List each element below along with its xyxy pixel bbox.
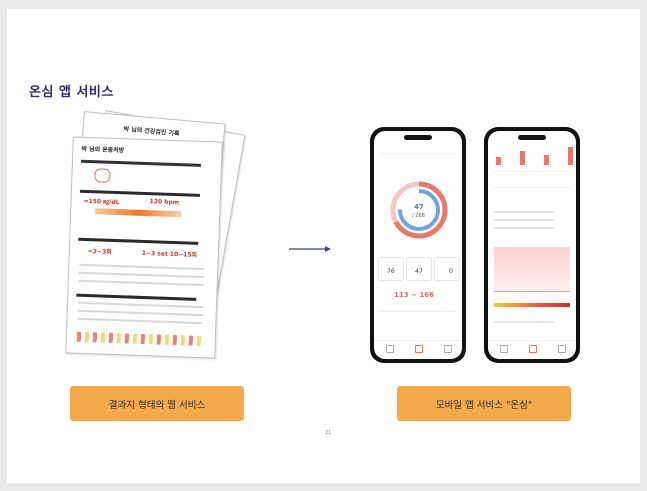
phone-divider <box>494 171 570 172</box>
phone-text-line <box>494 321 554 323</box>
paper-value-a: ≈150 ㎎/dL <box>83 197 120 207</box>
paper-front: 박 님의 운동처방 ≈150 ㎎/dL 120 bpm ≈2~3회 1~3 se… <box>65 136 223 359</box>
mini-bar <box>568 147 573 165</box>
tab-profile-icon[interactable] <box>558 345 566 353</box>
phone-notch <box>404 135 432 140</box>
phone-text-line <box>494 227 554 229</box>
paper-line <box>77 309 203 317</box>
ring-sub: / 268 <box>412 213 425 219</box>
slide: 온심 앱 서비스 박 님의 건강검진 기록 박 님의 운동처방 ≈150 ㎎/d… <box>7 9 640 483</box>
phone-divider <box>380 311 456 312</box>
paper-back-title: 박 님의 건강검진 기록 <box>123 125 180 138</box>
stat-value: 76 <box>387 268 395 275</box>
phone-screen: 47 / 268 76 47 0 113 ~ 166 <box>374 131 462 359</box>
paper-section-bar <box>80 159 201 167</box>
tab-heart-icon[interactable] <box>415 345 423 353</box>
mobile-app-button[interactable]: 모바일 앱 서비스 "온심" <box>397 386 571 421</box>
paper-value-c: ≈2~3회 <box>87 248 112 256</box>
paper-section-bar <box>78 237 199 245</box>
paper-color-cells <box>76 331 205 347</box>
phone-tabbar <box>374 340 462 359</box>
stat-box: 47 <box>406 257 432 281</box>
phone-mockup-left: 47 / 268 76 47 0 113 ~ 166 <box>370 127 466 363</box>
tab-home-icon[interactable] <box>386 345 394 353</box>
paper-line <box>79 263 205 271</box>
mini-bar-chart <box>494 145 574 165</box>
paper-line <box>78 279 204 287</box>
paper-line <box>77 301 203 309</box>
arrow-right-icon <box>289 246 331 252</box>
paper-value-d: 1~3 set 10~15회 <box>141 249 198 259</box>
paper-line <box>77 317 203 325</box>
tab-home-icon[interactable] <box>500 345 508 353</box>
phone-notch <box>518 135 546 140</box>
stat-box: 0 <box>434 257 460 281</box>
tab-heart-icon[interactable] <box>529 345 537 353</box>
phone-divider <box>494 187 570 188</box>
paper-section-bar <box>76 293 197 301</box>
mini-bar <box>544 155 549 165</box>
mini-bar <box>520 151 525 165</box>
page-number: 21 <box>325 430 332 436</box>
phone-mockup-right <box>484 127 580 363</box>
paper-gradient-bar <box>95 208 182 218</box>
stat-box: 76 <box>378 257 404 281</box>
range-text: 113 ~ 166 <box>394 291 434 299</box>
paper-line <box>79 271 205 279</box>
color-scale-bar <box>494 303 570 307</box>
phone-screen <box>488 131 576 359</box>
web-service-button[interactable]: 결과지 형태의 웹 서비스 <box>70 386 244 421</box>
phone-tabbar <box>488 340 576 359</box>
phone-divider <box>380 153 456 154</box>
heart-icon <box>94 168 111 183</box>
slide-title: 온심 앱 서비스 <box>29 85 114 100</box>
stat-value: 0 <box>449 268 453 275</box>
mini-bar <box>496 157 501 165</box>
stat-value: 47 <box>415 268 423 275</box>
tab-profile-icon[interactable] <box>444 345 452 353</box>
phone-text-line <box>494 219 554 221</box>
paper-front-title: 박 님의 운동처방 <box>81 145 125 155</box>
ring-value: 47 <box>414 203 424 211</box>
phone-text-line <box>494 211 554 213</box>
area-chart <box>494 247 570 292</box>
paper-value-b: 120 bpm <box>149 198 180 207</box>
